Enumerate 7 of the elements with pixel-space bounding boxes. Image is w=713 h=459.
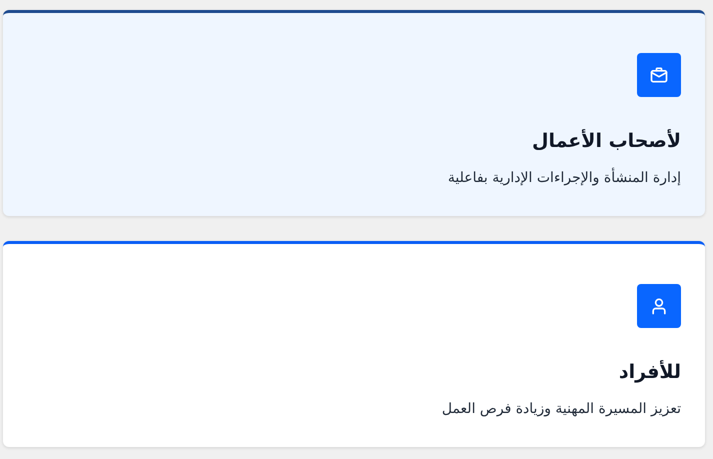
briefcase-icon [649, 65, 669, 85]
option-card[interactable]: لأصحاب الأعمال إدارة المنشأة والإجراءات الإدارية بفاعلية [3, 10, 705, 216]
card-title: للأفراد [618, 359, 681, 385]
card-description: إدارة المنشأة والإجراءات الإدارية بفاعلية [448, 167, 681, 189]
option-card[interactable]: للأفراد تعزيز المسيرة المهنية وزيادة فرص العمل [3, 241, 705, 447]
card-title: لأصحاب الأعمال [532, 128, 681, 154]
card-description: تعزيز المسيرة المهنية وزيادة فرص العمل [442, 400, 681, 419]
